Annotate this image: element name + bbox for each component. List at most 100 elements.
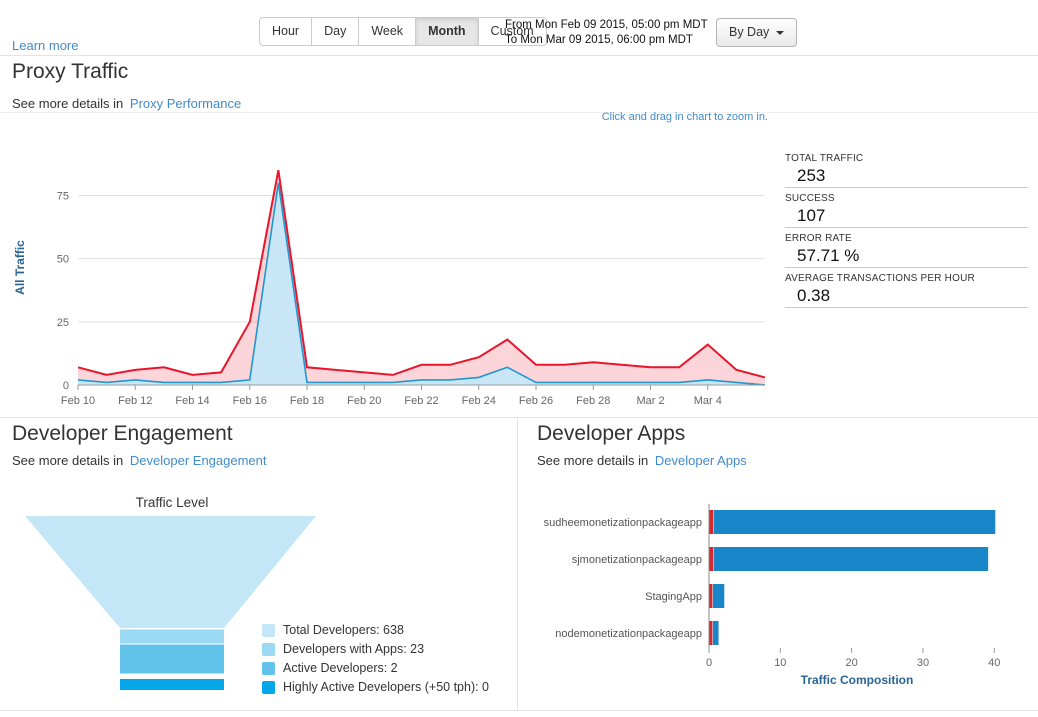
stat-label: TOTAL TRAFFIC (785, 153, 1028, 164)
proxy-stats-panel: TOTAL TRAFFIC 253 SUCCESS 107 ERROR RATE… (785, 148, 1028, 308)
stat-total-traffic: TOTAL TRAFFIC 253 (785, 148, 1028, 188)
bar-label: StagingApp (645, 591, 702, 603)
stat-label: ERROR RATE (785, 233, 1028, 244)
bar-label: sjmonetizationpackageapp (572, 554, 702, 566)
proxy-traffic-title: Proxy Traffic (12, 60, 128, 84)
bar-label: sudheemonetizationpackageapp (544, 517, 702, 529)
traffic-line (78, 170, 765, 377)
success-area (78, 183, 765, 385)
error-bar (710, 584, 713, 608)
x-tick-label: 40 (988, 657, 1000, 669)
x-tick-label: Feb 18 (290, 395, 324, 407)
x-tick-label: 20 (846, 657, 858, 669)
x-tick-label: 0 (706, 657, 712, 669)
proxy-performance-link[interactable]: Proxy Performance (130, 96, 241, 111)
analytics-dashboard: Learn more Hour Day Week Month Custom Fr… (0, 0, 1038, 717)
x-tick-label: Feb 28 (576, 395, 610, 407)
x-tick-label: 10 (774, 657, 786, 669)
developer-engagement-title: Developer Engagement (12, 422, 233, 446)
range-button-month[interactable]: Month (415, 17, 478, 46)
stat-error-rate: ERROR RATE 57.71 % (785, 228, 1028, 268)
caret-down-icon (776, 31, 784, 35)
stat-value: 0.38 (797, 286, 1028, 306)
y-tick-label: 50 (57, 254, 69, 266)
proxy-traffic-subtitle: See more details in Proxy Performance (12, 96, 241, 111)
y-tick-label: 75 (57, 190, 69, 202)
engagement-subtitle-prefix: See more details in (12, 453, 123, 468)
x-tick-label: Feb 22 (404, 395, 438, 407)
apps-subtitle-prefix: See more details in (537, 453, 648, 468)
x-tick-label: Feb 20 (347, 395, 381, 407)
developer-engagement-subtitle: See more details in Developer Engagement (12, 453, 267, 468)
x-tick-label: Feb 10 (61, 395, 95, 407)
traffic-bar (713, 584, 724, 608)
error-bar (710, 547, 714, 571)
funnel-title: Traffic Level (12, 495, 332, 510)
legend-swatch (262, 681, 275, 694)
developer-apps-title: Developer Apps (537, 422, 685, 446)
stat-label: AVERAGE TRANSACTIONS PER HOUR (785, 273, 1028, 284)
x-tick-label: Mar 4 (694, 395, 722, 407)
funnel-segment-with-apps (120, 630, 224, 644)
error-bar (710, 621, 713, 645)
legend-item-highly-active-developers: Highly Active Developers (+50 tph): 0 (262, 680, 489, 694)
mid-section-divider (0, 417, 1038, 418)
legend-label: Active Developers: 2 (283, 661, 398, 675)
stat-avg-tph: AVERAGE TRANSACTIONS PER HOUR 0.38 (785, 268, 1028, 308)
x-tick-label: 30 (917, 657, 929, 669)
x-tick-label: Feb 16 (233, 395, 267, 407)
funnel-segment-highly-active (120, 679, 224, 690)
x-tick-label: Mar 2 (636, 395, 664, 407)
x-tick-label: Feb 12 (118, 395, 152, 407)
time-range-button-group: Hour Day Week Month Custom (259, 17, 547, 46)
date-range: From Mon Feb 09 2015, 05:00 pm MDT To Mo… (505, 18, 708, 48)
bar-label: nodemonetizationpackageapp (555, 628, 702, 640)
developer-apps-chart: sudheemonetizationpackageapp sjmonetizati… (535, 492, 1025, 692)
stat-value: 253 (797, 166, 1028, 186)
traffic-area (78, 170, 765, 385)
bottom-panel-divider (517, 417, 518, 710)
funnel-segment-total (25, 516, 316, 628)
traffic-bar (714, 510, 996, 534)
funnel-legend: Total Developers: 638 Developers with Ap… (262, 623, 489, 699)
granularity-label: By Day (729, 25, 769, 40)
learn-more-link[interactable]: Learn more (12, 38, 78, 53)
success-line (78, 183, 765, 385)
x-tick-label: Feb 14 (175, 395, 209, 407)
proxy-section-divider (0, 112, 1038, 113)
x-tick-label: Feb 26 (519, 395, 553, 407)
legend-item-developers-with-apps: Developers with Apps: 23 (262, 642, 489, 656)
toolbar-divider (0, 55, 1038, 56)
range-button-week[interactable]: Week (358, 17, 416, 46)
stat-success: SUCCESS 107 (785, 188, 1028, 228)
y-tick-label: 25 (57, 317, 69, 329)
range-button-day[interactable]: Day (311, 17, 359, 46)
y-tick-label: 0 (63, 380, 69, 392)
x-tick-label: Feb 24 (462, 395, 496, 407)
date-to-text: To Mon Mar 09 2015, 06:00 pm MDT (505, 33, 708, 48)
proxy-traffic-chart[interactable]: 0 25 50 75 Feb 10 Feb 12 Feb 14 Feb 16 Feb 18 Feb… (10, 130, 780, 415)
zoom-hint-text: Click and drag in chart to zoom in. (602, 111, 768, 123)
legend-swatch (262, 624, 275, 637)
traffic-bar (713, 621, 719, 645)
granularity-dropdown[interactable]: By Day (716, 18, 797, 47)
developer-apps-link[interactable]: Developer Apps (655, 453, 747, 468)
legend-label: Highly Active Developers (+50 tph): 0 (283, 680, 489, 694)
stat-value: 107 (797, 206, 1028, 226)
traffic-bar (714, 547, 989, 571)
range-button-hour[interactable]: Hour (259, 17, 312, 46)
legend-swatch (262, 643, 275, 656)
legend-swatch (262, 662, 275, 675)
legend-item-active-developers: Active Developers: 2 (262, 661, 489, 675)
y-axis-label: All Traffic (13, 240, 27, 295)
developer-engagement-link[interactable]: Developer Engagement (130, 453, 267, 468)
error-bar (710, 510, 714, 534)
bottom-divider (0, 710, 1038, 711)
date-from-text: From Mon Feb 09 2015, 05:00 pm MDT (505, 18, 708, 33)
x-axis-label: Traffic Composition (801, 673, 914, 687)
legend-label: Developers with Apps: 23 (283, 642, 424, 656)
stat-value: 57.71 % (797, 246, 1028, 266)
stat-label: SUCCESS (785, 193, 1028, 204)
developer-apps-subtitle: See more details in Developer Apps (537, 453, 747, 468)
proxy-subtitle-prefix: See more details in (12, 96, 123, 111)
